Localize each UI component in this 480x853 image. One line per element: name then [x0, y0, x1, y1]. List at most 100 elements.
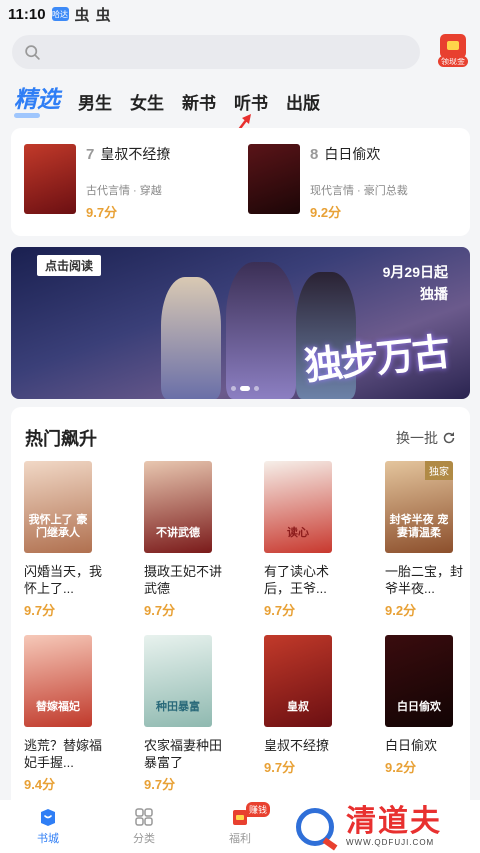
book-card[interactable]: 独家 封爷半夜 宠妻请温柔 一胎二宝，封爷半夜... 9.2分 [385, 461, 480, 619]
book-cover [24, 144, 76, 214]
book-card[interactable]: 我怀上了 豪门继承人 闪婚当天，我怀上了... 9.7分 [24, 461, 120, 619]
rank-number: 8 [310, 146, 319, 163]
cover-title: 读心 [287, 526, 309, 539]
book-card[interactable]: 白日偷欢 白日偷欢 9.2分 [385, 635, 480, 776]
book-title: 一胎二宝，封爷半夜... [385, 564, 464, 596]
refresh-batch-button[interactable]: 换一批 [396, 428, 456, 448]
book-title: 农家福妻种田暴富了 [144, 738, 223, 770]
book-card[interactable]: 替嫁福妃 逃荒？替嫁福妃手握... 9.4分 [24, 635, 120, 793]
promo-banner[interactable]: 点击阅读 9月29日起 独播 独步万古 [11, 247, 470, 399]
red-envelope-icon [440, 34, 466, 58]
earn-money-badge: 赚钱 [246, 802, 271, 817]
book-title: 皇叔不经撩 [264, 738, 330, 753]
book-title: 白日偷欢 [385, 738, 438, 753]
book-cover: 种田暴富 [144, 635, 212, 727]
carousel-dot-active [240, 386, 250, 391]
search-input[interactable] [12, 35, 420, 69]
grid-icon [135, 808, 153, 826]
refresh-icon [443, 432, 455, 444]
book-score: 9.7分 [86, 205, 118, 220]
tab-female[interactable]: 女生 [130, 84, 164, 114]
notification-glyph-2: 虫 [95, 6, 111, 24]
category-tabs: 精选 男生 女生 新书 听书 出版 [14, 84, 338, 118]
book-title: 闪婚当天，我怀上了... [24, 564, 103, 596]
tab-audiobooks[interactable]: 听书 [234, 84, 268, 114]
nav-categories[interactable]: 分类 [96, 800, 192, 853]
cover-title: 我怀上了 豪门继承人 [28, 513, 88, 539]
search-row: 领现金 [12, 34, 470, 70]
cover-title: 皇叔 [287, 700, 309, 713]
ranked-book-7[interactable]: 7 皇叔不经撩 古代言情 · 穿越 9.7分 [24, 144, 170, 221]
nav-label: 书城 [37, 833, 59, 845]
book-cover: 皇叔 [264, 635, 332, 727]
book-score: 9.7分 [144, 603, 176, 618]
app-notification-icon: 哈达 [51, 7, 69, 21]
refresh-label: 换一批 [396, 430, 438, 446]
status-time: 11:10 [8, 5, 46, 23]
cover-title: 种田暴富 [156, 700, 200, 713]
book-score: 9.4分 [24, 777, 56, 792]
nav-label: 分类 [133, 833, 155, 845]
carousel-dot [254, 386, 259, 391]
banner-date-line2: 独播 [420, 286, 448, 302]
book-cover: 不讲武德 [144, 461, 212, 553]
banner-figure-left [161, 277, 221, 399]
book-cover: 读心 [264, 461, 332, 553]
ranked-books-card: 7 皇叔不经撩 古代言情 · 穿越 9.7分 8 白日偷欢 现代言情 · 豪门总… [11, 128, 470, 236]
hot-rising-section: 热门飙升 换一批 我怀上了 豪门继承人 闪婚当天，我怀上了... 9.7分 不讲… [11, 407, 470, 807]
welfare-cash-button[interactable]: 领现金 [435, 34, 471, 72]
status-bar: 11:10 哈达 虫 虫 [0, 0, 480, 28]
book-cover: 我怀上了 豪门继承人 [24, 461, 92, 553]
click-to-read-tag[interactable]: 点击阅读 [37, 255, 102, 276]
book-title: 白日偷欢 [324, 146, 381, 162]
book-score: 9.7分 [144, 777, 176, 792]
book-card[interactable]: 种田暴富 农家福妻种田暴富了 9.7分 [144, 635, 240, 793]
book-title: 逃荒？替嫁福妃手握... [24, 738, 103, 770]
banner-date: 9月29日起 独播 [383, 261, 448, 305]
book-title: 有了读心术后，王爷... [264, 564, 330, 596]
book-cover [248, 144, 300, 214]
book-store-icon [41, 809, 55, 826]
banner-date-line1: 9月29日起 [382, 264, 448, 280]
nav-book-store[interactable]: 书城 [0, 800, 96, 853]
tab-published[interactable]: 出版 [286, 84, 320, 114]
nav-welfare[interactable]: 福利 赚钱 [192, 800, 288, 853]
banner-figure-center [226, 262, 296, 399]
search-icon [25, 44, 40, 60]
book-score: 9.7分 [264, 603, 296, 618]
cover-title: 不讲武德 [156, 526, 200, 539]
book-score: 9.2分 [310, 205, 342, 220]
cover-title: 白日偷欢 [397, 700, 441, 713]
watermark-url: WWW.QDFUJI.COM [346, 838, 435, 847]
rank-number: 7 [86, 146, 95, 163]
book-score: 9.2分 [385, 760, 417, 775]
book-cover: 白日偷欢 [385, 635, 453, 727]
book-score: 9.7分 [24, 603, 56, 618]
book-score: 9.7分 [264, 760, 296, 775]
ranked-book-8[interactable]: 8 白日偷欢 现代言情 · 豪门总裁 9.2分 [248, 144, 408, 221]
watermark-q-icon [296, 807, 334, 846]
book-card[interactable]: 皇叔 皇叔不经撩 9.7分 [264, 635, 360, 776]
exclusive-badge: 独家 [425, 461, 453, 480]
book-cover: 替嫁福妃 [24, 635, 92, 727]
carousel-indicator [231, 386, 259, 391]
book-tags: 现代言情 · 豪门总裁 [310, 185, 408, 197]
tab-featured[interactable]: 精选 [14, 84, 60, 118]
book-title: 摄政王妃不讲武德 [144, 564, 223, 596]
book-card[interactable]: 不讲武德 摄政王妃不讲武德 9.7分 [144, 461, 240, 619]
watermark-logo: 清道夫 WWW.QDFUJI.COM [296, 806, 442, 847]
book-tags: 古代言情 · 穿越 [86, 185, 162, 197]
watermark-name: 清道夫 [346, 805, 442, 838]
cover-title: 替嫁福妃 [36, 700, 80, 713]
cover-title: 封爷半夜 宠妻请温柔 [389, 513, 449, 539]
tab-male[interactable]: 男生 [78, 84, 112, 114]
nav-label: 福利 [229, 833, 251, 845]
book-card[interactable]: 读心 有了读心术后，王爷... 9.7分 [264, 461, 360, 619]
book-title: 皇叔不经撩 [100, 146, 171, 162]
carousel-dot [231, 386, 236, 391]
book-cover: 独家 封爷半夜 宠妻请温柔 [385, 461, 453, 553]
notification-glyph-1: 虫 [74, 6, 90, 24]
tab-new-books[interactable]: 新书 [182, 84, 216, 114]
section-title: 热门飙升 [25, 429, 97, 449]
book-score: 9.2分 [385, 603, 417, 618]
